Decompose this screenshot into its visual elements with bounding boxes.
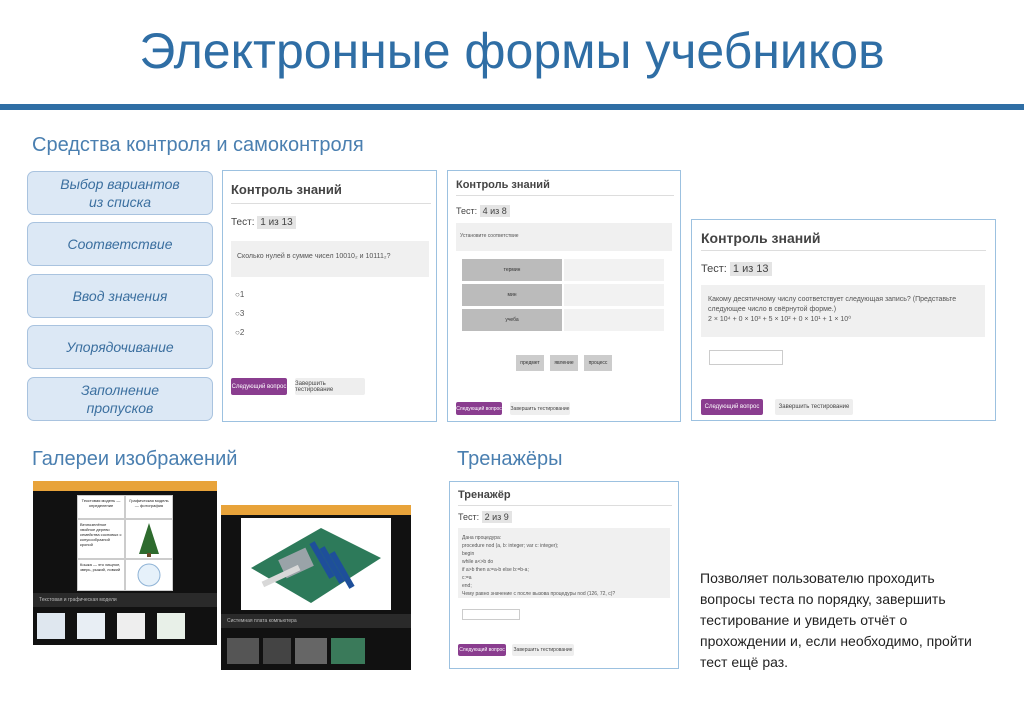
trainer-panel: Тренажёр Тест: 2 из 9 Дана процедура: pr… bbox=[449, 481, 679, 669]
gallery-top-bar bbox=[221, 505, 411, 515]
next-question-button[interactable]: Следующий вопрос bbox=[701, 399, 763, 415]
match-drop-slot[interactable] bbox=[564, 259, 664, 281]
ball-image bbox=[125, 559, 173, 591]
test-progress-value: 1 из 13 bbox=[729, 262, 772, 276]
pill-ordering[interactable]: Упорядочивание bbox=[27, 325, 213, 369]
gallery-caption: Системная плата компьютера bbox=[221, 614, 411, 628]
finish-test-button[interactable]: Завершить тестирование bbox=[295, 378, 365, 395]
question-box: Установите соответствие bbox=[456, 223, 672, 251]
next-question-button[interactable]: Следующий вопрос bbox=[456, 402, 502, 415]
match-drop-slot[interactable] bbox=[564, 309, 664, 331]
title-divider bbox=[456, 195, 674, 196]
match-term: термин bbox=[462, 259, 562, 281]
gallery-thumbnail[interactable] bbox=[37, 613, 65, 639]
code-box: Дана процедура: procedure nod (a, b: int… bbox=[458, 528, 670, 598]
match-term: мин bbox=[462, 284, 562, 306]
gallery-top-bar bbox=[33, 481, 217, 491]
table-head: Графическая модель — фотография bbox=[125, 495, 173, 519]
answer-input[interactable] bbox=[462, 609, 520, 620]
gallery-thumbnail[interactable] bbox=[331, 638, 365, 664]
answer-input[interactable] bbox=[709, 350, 783, 365]
pill-matching[interactable]: Соответствие bbox=[27, 222, 213, 266]
code-line: c:=a bbox=[462, 575, 472, 581]
code-line: if a>b then a:=a-b else b:=b-a; bbox=[462, 567, 529, 573]
quiz-panel-value-input: Контроль знаний Тест: 1 из 13 Какому дес… bbox=[691, 219, 996, 421]
motherboard-image bbox=[241, 518, 391, 610]
code-line: procedure nod (a, b: integer; var c: int… bbox=[462, 543, 559, 549]
table-cell: Кошка — это хищное, зверь, рыжий, ловкий bbox=[77, 559, 125, 591]
quiz-panel-choice: Контроль знаний Тест: 1 из 13 Сколько ну… bbox=[222, 170, 437, 422]
code-line: end; bbox=[462, 583, 472, 589]
panel-title: Тренажёр bbox=[458, 489, 511, 501]
pill-value-input[interactable]: Ввод значения bbox=[27, 274, 213, 318]
gallery-thumbnail[interactable] bbox=[77, 613, 105, 639]
question-box: Сколько нулей в сумме чисел 10010₂ и 101… bbox=[231, 241, 429, 277]
title-divider bbox=[701, 250, 986, 251]
title-divider bbox=[0, 104, 1024, 110]
answer-option[interactable]: ○2 bbox=[235, 328, 244, 337]
test-label: Тест: bbox=[231, 217, 255, 228]
test-progress-value: 4 из 8 bbox=[479, 205, 510, 217]
question-box: Какому десятичному числу соответствует с… bbox=[701, 285, 985, 337]
trainer-description: Позволяет пользователю проходить вопросы… bbox=[700, 570, 972, 670]
answer-option[interactable]: ○1 bbox=[235, 290, 244, 299]
table-head: Текстовая модель — определение bbox=[77, 495, 125, 519]
test-progress: Тест: 4 из 8 bbox=[456, 205, 510, 217]
code-line: Дана процедура: bbox=[462, 535, 502, 541]
test-label: Тест: bbox=[456, 206, 478, 216]
title-divider bbox=[458, 505, 672, 506]
answer-option[interactable]: ○3 bbox=[235, 309, 244, 318]
test-progress-value: 1 из 13 bbox=[257, 216, 296, 229]
table-cell: Вечнозелёное хвойное дерево семейства со… bbox=[77, 519, 125, 559]
test-progress: Тест: 1 из 13 bbox=[231, 216, 296, 229]
gallery-slide: Текстовая модель — определение Графическ… bbox=[77, 495, 173, 591]
question-text: Какому десятичному числу соответствует с… bbox=[708, 296, 957, 313]
code-line: Чему равно значение c после вызова проце… bbox=[462, 591, 616, 597]
drag-chip[interactable]: явление bbox=[550, 355, 578, 371]
question-formula: 2 × 10⁴ + 0 × 10³ + 5 × 10² + 0 × 10¹ + … bbox=[708, 316, 852, 323]
section-gallery-heading: Галереи изображений bbox=[32, 448, 238, 470]
tree-image bbox=[125, 519, 173, 559]
gallery-thumbnail[interactable] bbox=[263, 638, 291, 664]
title-divider bbox=[231, 203, 431, 204]
gallery-viewer-motherboard: Системная плата компьютера bbox=[221, 505, 411, 670]
panel-title: Контроль знаний bbox=[701, 230, 821, 246]
finish-test-button[interactable]: Завершить тестирование bbox=[510, 402, 570, 415]
code-line: begin bbox=[462, 551, 475, 557]
finish-test-button[interactable]: Завершить тестирование bbox=[775, 399, 853, 415]
panel-title: Контроль знаний bbox=[456, 179, 550, 191]
code-line: while a<>b do bbox=[462, 559, 494, 565]
test-label: Тест: bbox=[701, 263, 727, 275]
gallery-thumbnail[interactable] bbox=[157, 613, 185, 639]
drag-chip[interactable]: процесс bbox=[584, 355, 612, 371]
page-title: Электронные формы учебников bbox=[139, 23, 885, 79]
next-question-button[interactable]: Следующий вопрос bbox=[231, 378, 287, 395]
test-progress: Тест: 2 из 9 bbox=[458, 511, 512, 523]
section-trainers-heading: Тренажёры bbox=[457, 448, 563, 470]
match-term: учеба bbox=[462, 309, 562, 331]
test-label: Тест: bbox=[458, 512, 480, 522]
gallery-thumbnail[interactable] bbox=[227, 638, 259, 664]
panel-title: Контроль знаний bbox=[231, 182, 342, 197]
gallery-caption: Текстовая и графическая модели bbox=[33, 593, 217, 607]
gallery-thumbnail[interactable] bbox=[295, 638, 327, 664]
gallery-viewer-models: Текстовая модель — определение Графическ… bbox=[33, 481, 217, 645]
test-progress: Тест: 1 из 13 bbox=[701, 262, 772, 276]
match-drop-slot[interactable] bbox=[564, 284, 664, 306]
gallery-thumbnail[interactable] bbox=[117, 613, 145, 639]
finish-test-button[interactable]: Завершить тестирование bbox=[512, 644, 574, 656]
test-progress-value: 2 из 9 bbox=[481, 511, 512, 523]
next-question-button[interactable]: Следующий вопрос bbox=[458, 644, 506, 656]
section-control-heading: Средства контроля и самоконтроля bbox=[32, 134, 364, 156]
pill-fill-gaps[interactable]: Заполнение пропусков bbox=[27, 377, 213, 421]
drag-chip[interactable]: предмет bbox=[516, 355, 544, 371]
quiz-panel-matching: Контроль знаний Тест: 4 из 8 Установите … bbox=[447, 170, 681, 422]
pill-multiple-choice[interactable]: Выбор вариантов из списка bbox=[27, 171, 213, 215]
